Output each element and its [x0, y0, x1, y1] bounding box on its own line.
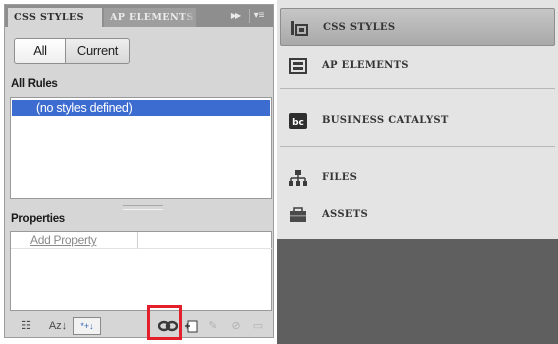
all-mode-button[interactable]: All — [14, 38, 66, 64]
panel-item-label: FILES — [322, 172, 358, 183]
panel-item-files[interactable]: FILES — [280, 159, 555, 197]
panel-tab-bar: CSS STYLES AP ELEMENTS ▶▶ ▾≡ — [5, 5, 273, 27]
properties-table[interactable]: Add Property — [10, 231, 272, 311]
collapsed-panel-dock: CSS STYLES AP ELEMENTS bc BUSINESS CATAL… — [277, 0, 558, 344]
properties-heading: Properties — [11, 213, 65, 225]
add-property-link[interactable]: Add Property — [30, 232, 97, 248]
panel-item-ap-elements[interactable]: AP ELEMENTS — [280, 47, 555, 85]
category-view-icon[interactable]: ☷ — [16, 317, 36, 335]
double-chevron-right-icon[interactable]: ▶▶ — [227, 9, 243, 23]
css-styles-panel: CSS STYLES AP ELEMENTS ▶▶ ▾≡ All Current… — [4, 4, 274, 340]
svg-text:bc: bc — [292, 118, 304, 128]
rules-list[interactable]: (no styles defined) — [10, 97, 272, 199]
ap-elements-icon — [288, 57, 308, 75]
panel-item-assets[interactable]: ASSETS — [280, 196, 555, 234]
assets-icon — [288, 206, 308, 224]
panel-item-css-styles[interactable]: CSS STYLES — [280, 8, 555, 46]
all-rules-heading: All Rules — [11, 78, 58, 90]
edit-rule-icon[interactable]: ✎ — [205, 317, 221, 335]
current-mode-button[interactable]: Current — [65, 38, 130, 64]
panel-item-label: AP ELEMENTS — [322, 60, 409, 71]
pane-splitter-handle[interactable] — [123, 205, 163, 210]
divider — [280, 88, 555, 89]
property-name-cell: Add Property — [11, 232, 138, 249]
highlight-annotation — [147, 305, 182, 340]
panel-item-business-catalyst[interactable]: bc BUSINESS CATALYST — [280, 102, 555, 140]
css-styles-icon — [289, 19, 309, 37]
new-css-rule-icon[interactable] — [182, 317, 200, 335]
panel-item-label: ASSETS — [322, 209, 369, 220]
tab-css-styles[interactable]: CSS STYLES — [8, 8, 102, 27]
panel-item-label: BUSINESS CATALYST — [322, 115, 449, 126]
divider — [280, 146, 555, 147]
files-tree-icon — [288, 169, 308, 187]
show-set-properties-icon[interactable]: *+↓ — [73, 317, 101, 335]
disable-css-property-icon[interactable]: ⊘ — [228, 317, 244, 335]
property-value-cell[interactable] — [138, 232, 272, 249]
tab-ap-elements[interactable]: AP ELEMENTS — [104, 8, 196, 27]
delete-css-rule-icon[interactable]: ▭ — [250, 317, 266, 335]
rule-label: (no styles defined) — [36, 101, 133, 115]
alphabetical-view-button[interactable]: Az↓ — [45, 317, 71, 335]
panel-menu-icon[interactable]: ▾≡ — [249, 9, 268, 23]
panel-icon-list: CSS STYLES AP ELEMENTS bc BUSINESS CATAL… — [277, 0, 558, 239]
panel-item-label: CSS STYLES — [323, 22, 396, 33]
rule-list-item[interactable]: (no styles defined) — [12, 100, 270, 116]
business-catalyst-icon: bc — [288, 112, 308, 130]
